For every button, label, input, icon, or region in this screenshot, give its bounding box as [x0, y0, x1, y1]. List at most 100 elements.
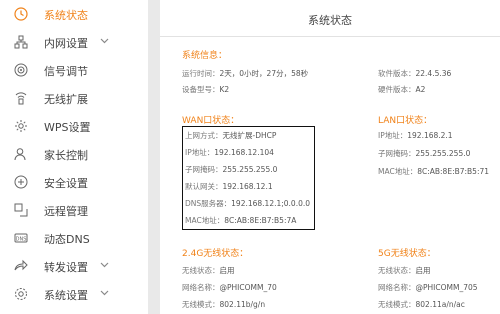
- sidebar-item-forwarding[interactable]: 转发设置: [0, 252, 148, 280]
- sidebar-item-system-status[interactable]: 系统状态: [0, 0, 148, 28]
- sidebar-item-label: 无线扩展: [44, 93, 88, 106]
- wan-mac-row: MAC地址：8C:AB:8E:B7:B5:7A: [185, 215, 296, 226]
- wifi5-ssid-label: 网络名称：: [378, 283, 416, 292]
- shield-icon: [14, 175, 28, 189]
- lan-mask-label: 子网掩码：: [378, 149, 416, 158]
- sidebar-item-label: WPS设置: [44, 121, 91, 134]
- lan-ip-value: 192.168.2.1: [407, 131, 453, 140]
- wifi24-status-value: 启用: [219, 266, 235, 275]
- sidebar-item-label: 安全设置: [44, 177, 88, 190]
- wan-title: WAN口状态：: [182, 116, 240, 126]
- settings-icon: [14, 287, 28, 301]
- wan-ip-value: 192.168.12.104: [214, 148, 274, 157]
- system-info-title: 系统信息：: [182, 51, 228, 61]
- sidebar-item-parental-control[interactable]: 家长控制: [0, 140, 148, 168]
- gear-icon: [14, 119, 28, 133]
- wan-mask-row: 子网掩码：255.255.255.0: [185, 164, 277, 175]
- lan-section: LAN口状态：: [378, 113, 432, 126]
- forward-icon: [14, 259, 28, 273]
- wan-gateway-label: 默认网关：: [185, 182, 223, 191]
- signal-icon: [14, 63, 28, 77]
- dns-icon: DNS: [14, 231, 28, 245]
- wifi5-status-value: 启用: [415, 266, 431, 275]
- header-divider: [160, 36, 500, 37]
- wan-dns-value: 192.168.12.1;0.0.0.0: [231, 199, 311, 208]
- lan-title: LAN口状态：: [378, 116, 433, 126]
- sidebar-item-wps[interactable]: WPS设置: [0, 112, 148, 140]
- sidebar-item-signal[interactable]: 信号调节: [0, 56, 148, 84]
- person-icon: [14, 147, 28, 161]
- wan-mask-label: 子网掩码：: [185, 165, 223, 174]
- wifi5-mode-row: 无线模式：802.11a/n/ac: [378, 299, 465, 310]
- wan-ip-label: IP地址：: [185, 148, 215, 157]
- wifi5-status-row: 无线状态：启用: [378, 265, 431, 276]
- wifi5-ssid-row: 网络名称：@PHICOMM_705: [378, 282, 478, 293]
- wireless-extend-icon: [14, 91, 28, 105]
- sidebar-item-label: 动态DNS: [44, 233, 90, 246]
- wifi24-mode-row: 无线模式：802.11b/g/n: [182, 299, 265, 310]
- page-title: 系统状态: [308, 14, 352, 27]
- wifi24-status-label: 无线状态：: [182, 266, 220, 275]
- uptime-label: 运行时间：: [182, 69, 220, 78]
- wifi24-mode-value: 802.11b/g/n: [219, 300, 266, 309]
- lan-mac-label: MAC地址：: [378, 167, 418, 176]
- chevron-down-icon: [100, 262, 109, 268]
- software-value: 22.4.5.36: [415, 69, 452, 78]
- wan-dns-row: DNS服务器：192.168.12.1;0.0.0.0: [185, 198, 310, 209]
- sidebar-item-label: 系统设置: [44, 289, 88, 302]
- sidebar-item-label: 家长控制: [44, 149, 88, 162]
- network-icon: [14, 35, 28, 49]
- sidebar-item-system-settings[interactable]: 系统设置: [0, 280, 148, 308]
- wifi24-status-row: 无线状态：启用: [182, 265, 235, 276]
- chevron-down-icon: [100, 38, 109, 44]
- sidebar-item-label: 远程管理: [44, 205, 88, 218]
- wifi5-mode-label: 无线模式：: [378, 300, 416, 309]
- chevron-down-icon: [100, 290, 109, 296]
- model-label: 设备型号：: [182, 85, 220, 94]
- router-admin-app: 系统状态 内网设置 信号调节 无线扩展 WPS设置 家长控制 安全设置 远程管理…: [0, 0, 500, 314]
- wan-dns-label: DNS服务器：: [185, 199, 232, 208]
- svg-text:DNS: DNS: [16, 237, 27, 243]
- uptime-row: 运行时间：2天，0小时，27分，58秒: [182, 68, 308, 79]
- main-panel: 系统状态 系统信息： 运行时间：2天，0小时，27分，58秒 设备型号：K2 软…: [160, 0, 500, 314]
- wan-gateway-row: 默认网关：192.168.12.1: [185, 181, 273, 192]
- wan-ip-row: IP地址：192.168.12.104: [185, 147, 274, 158]
- uptime-value: 2天，0小时，27分，58秒: [219, 69, 309, 78]
- hardware-value: A2: [415, 85, 426, 94]
- system-info-section: 系统信息：: [182, 48, 227, 61]
- model-value: K2: [219, 85, 230, 94]
- remote-icon: [14, 203, 28, 217]
- sidebar: 系统状态 内网设置 信号调节 无线扩展 WPS设置 家长控制 安全设置 远程管理…: [0, 0, 148, 314]
- sidebar-item-lan-settings[interactable]: 内网设置: [0, 28, 148, 56]
- lan-mac-value: 8C:AB:8E:B7:B5:71: [417, 167, 490, 176]
- wifi5-section: 5G无线状态：: [378, 246, 436, 259]
- sidebar-item-security[interactable]: 安全设置: [0, 168, 148, 196]
- wifi24-ssid-row: 网络名称：@PHICOMM_70: [182, 282, 277, 293]
- sidebar-item-label: 转发设置: [44, 261, 88, 274]
- lan-ip-row: IP地址：192.168.2.1: [378, 130, 453, 141]
- wifi24-ssid-label: 网络名称：: [182, 283, 220, 292]
- wifi5-status-label: 无线状态：: [378, 266, 416, 275]
- wan-mask-value: 255.255.255.0: [222, 165, 278, 174]
- hardware-label: 硬件版本：: [378, 85, 416, 94]
- wan-gateway-value: 192.168.12.1: [222, 182, 273, 191]
- clock-icon: [14, 7, 28, 21]
- lan-mac-row: MAC地址：8C:AB:8E:B7:B5:71: [378, 166, 489, 177]
- software-row: 软件版本：22.4.5.36: [378, 68, 451, 79]
- wan-mac-value: 8C:AB:8E:B7:B5:7A: [224, 216, 297, 225]
- wan-access-row: 上网方式：无线扩展-DHCP: [185, 130, 276, 141]
- wan-access-value: 无线扩展-DHCP: [222, 131, 277, 140]
- wifi24-section: 2.4G无线状态：: [182, 246, 248, 259]
- wifi5-title: 5G无线状态：: [378, 249, 436, 259]
- lan-ip-label: IP地址：: [378, 131, 408, 140]
- sidebar-item-label: 信号调节: [44, 65, 88, 78]
- wan-mac-label: MAC地址：: [185, 216, 225, 225]
- sidebar-item-wireless-extend[interactable]: 无线扩展: [0, 84, 148, 112]
- model-row: 设备型号：K2: [182, 84, 229, 95]
- sidebar-item-ddns[interactable]: DNS 动态DNS: [0, 224, 148, 252]
- wifi5-ssid-value: @PHICOMM_705: [415, 283, 478, 292]
- sidebar-item-label: 系统状态: [44, 9, 88, 22]
- wifi24-title: 2.4G无线状态：: [182, 249, 249, 259]
- sidebar-item-remote-management[interactable]: 远程管理: [0, 196, 148, 224]
- hardware-row: 硬件版本：A2: [378, 84, 425, 95]
